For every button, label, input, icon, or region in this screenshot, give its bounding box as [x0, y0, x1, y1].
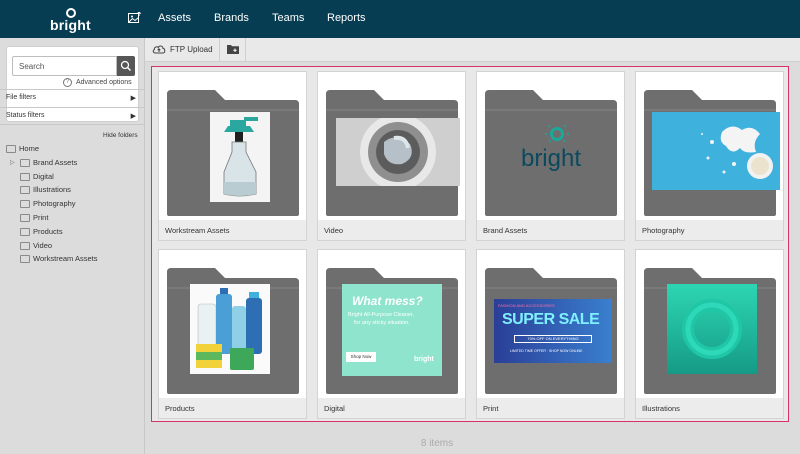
toolbar: FTP Upload: [145, 38, 800, 62]
search-button[interactable]: [117, 56, 135, 76]
thumb-spray-bottle: [210, 112, 270, 202]
nav-link-reports[interactable]: Reports: [327, 12, 366, 24]
folder-icon: [20, 172, 30, 181]
file-filters-toggle[interactable]: File filters ▶: [0, 89, 145, 107]
tree-item-label: Illustrations: [33, 185, 71, 195]
folder-card-digital[interactable]: What mess? Bright All-Purpose Cleaner, f…: [317, 249, 466, 419]
main-content: Workstream Assets Video bright Brand Ass…: [145, 62, 800, 454]
toolbar-divider: [219, 38, 220, 62]
folder-card-photography[interactable]: Photography: [635, 71, 784, 241]
tree-item-label: Print: [33, 213, 49, 222]
tree-item-label: Products: [33, 226, 63, 236]
help-icon: ?: [63, 78, 72, 87]
folder-grid: Workstream Assets Video bright Brand Ass…: [151, 66, 789, 422]
ad-offer: 70% OFF ON EVERYTHING: [514, 335, 592, 343]
folder-label-bar: Photography: [636, 220, 783, 240]
ad-line2: for any sticky situation.: [354, 320, 410, 326]
folder-label: Digital: [324, 404, 345, 413]
expand-caret-icon[interactable]: ▷: [10, 159, 15, 166]
tree-item-label: Video: [33, 240, 53, 250]
folder-icon: [6, 145, 16, 153]
folder-card-products[interactable]: Products: [158, 249, 307, 419]
folder-card-print[interactable]: FASHION AND ACCESSORIES SUPER SALE 70% O…: [476, 249, 625, 419]
folder-card-video[interactable]: Video: [317, 71, 466, 241]
sidebar: ? Advanced options File filters ▶ Status…: [0, 38, 145, 454]
folder-label: Photography: [642, 226, 685, 235]
new-folder-icon[interactable]: [227, 44, 239, 54]
toolbar-divider: [245, 38, 246, 62]
top-nav-bar: bright Assets Brands Teams Reports: [0, 0, 800, 38]
ad-line1: Bright All-Purpose Cleaner,: [348, 312, 415, 318]
folder-label-bar: Illustrations: [636, 398, 783, 418]
folder-label: Brand Assets: [483, 226, 528, 235]
nav-link-assets[interactable]: Assets: [158, 12, 191, 24]
thumb-teal-ring: [667, 284, 757, 374]
ad-logo: bright: [414, 356, 434, 363]
folder-label: Video: [324, 226, 344, 235]
folder-label: Workstream Assets: [165, 226, 230, 235]
folder-card-workstream-assets[interactable]: Workstream Assets: [158, 71, 307, 241]
status-filters-label: Status filters: [6, 112, 45, 119]
svg-text:bright: bright: [521, 145, 581, 172]
thumb-cleaning-products: [190, 284, 270, 374]
folder-label: Illustrations: [642, 404, 680, 413]
bright-logo[interactable]: bright: [50, 8, 91, 33]
logo-wordmark: bright: [50, 17, 91, 33]
status-filters-toggle[interactable]: Status filters ▶: [0, 107, 145, 125]
item-count: 8 items: [420, 438, 454, 449]
folder-icon: [20, 158, 30, 167]
folder-label-bar: Video: [318, 220, 465, 240]
caret-right-icon: ▶: [130, 113, 136, 120]
search-input[interactable]: [12, 56, 117, 76]
folder-label: Products: [165, 404, 195, 413]
folder-icon: [20, 227, 30, 236]
cloud-upload-icon: [152, 45, 166, 54]
thumb-washing-machine: [336, 118, 460, 186]
folder-label-bar: Workstream Assets: [159, 220, 306, 240]
advanced-options-link[interactable]: Advanced options: [76, 79, 132, 86]
tree-item-label: Brand Assets: [33, 157, 78, 167]
tree-item-label: Digital: [33, 171, 54, 181]
file-filters-label: File filters: [6, 94, 36, 101]
image-upload-icon[interactable]: [128, 12, 141, 23]
folder-icon: [20, 255, 30, 264]
hide-folders-link[interactable]: Hide folders: [103, 132, 138, 139]
ad-fine-print: LIMITED TIME OFFER · SHOP NOW ONLINE: [510, 349, 583, 353]
folder-label-bar: Digital: [318, 398, 465, 418]
thumb-what-mess-ad: What mess? Bright All-Purpose Cleaner, f…: [342, 284, 442, 376]
tree-item-label: Home: [19, 144, 40, 153]
thumb-super-sale-ad: FASHION AND ACCESSORIES SUPER SALE 70% O…: [494, 299, 612, 363]
ad-kicker: FASHION AND ACCESSORIES: [498, 303, 555, 308]
thumb-milk-splash: [652, 112, 780, 190]
folder-card-illustrations[interactable]: Illustrations: [635, 249, 784, 419]
caret-right-icon: ▶: [130, 95, 136, 102]
folder-icon: [20, 200, 30, 209]
ftp-upload-label: FTP Upload: [170, 45, 213, 54]
ad-title: SUPER SALE: [502, 311, 600, 328]
thumb-bright-logo: bright: [497, 122, 605, 180]
folder-card-brand-assets[interactable]: bright Brand Assets: [476, 71, 625, 241]
ad-headline: What mess?: [352, 294, 423, 308]
folder-label-bar: Products: [159, 398, 306, 418]
search-icon: [120, 60, 131, 71]
tree-item-label: Photography: [33, 199, 76, 209]
folder-icon: [20, 186, 30, 195]
nav-link-brands[interactable]: Brands: [214, 12, 249, 24]
ad-shop-now: Shop Now: [346, 352, 376, 362]
folder-icon: [20, 214, 30, 222]
folder-label: Print: [483, 404, 499, 413]
folder-label-bar: Print: [477, 398, 624, 418]
nav-link-teams[interactable]: Teams: [272, 12, 304, 24]
folder-label-bar: Brand Assets: [477, 220, 624, 240]
folder-icon: [20, 241, 30, 250]
tree-item-label: Workstream Assets: [33, 254, 98, 264]
